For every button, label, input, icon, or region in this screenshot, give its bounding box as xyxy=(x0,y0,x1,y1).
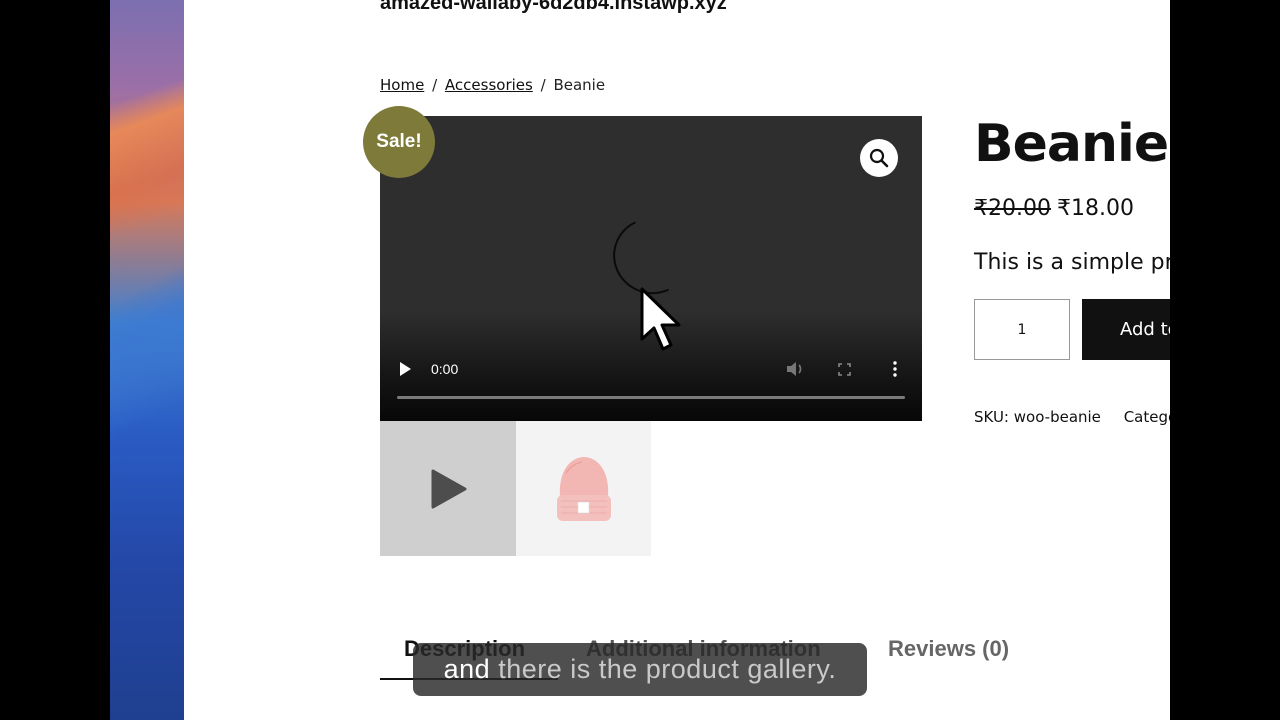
desktop-wallpaper xyxy=(110,0,184,720)
zoom-button[interactable] xyxy=(860,139,898,177)
breadcrumb-current: Beanie xyxy=(553,76,606,94)
play-icon[interactable] xyxy=(400,362,411,376)
video-time: 0:00 xyxy=(431,361,459,377)
breadcrumb-separator: / xyxy=(432,76,438,94)
breadcrumb: Home / Accessories / Beanie xyxy=(380,76,605,94)
breadcrumb-home-link[interactable]: Home xyxy=(380,76,424,94)
browser-viewport: amazed-wallaby-6d2db4.instawp.xyz Home /… xyxy=(184,0,1170,720)
product-short-description: This is a simple pro xyxy=(974,250,1170,275)
original-price: ₹20.00 xyxy=(974,196,1051,221)
product-category-label: Categor xyxy=(1123,408,1170,426)
product-sku: SKU: woo-beanie xyxy=(974,408,1101,426)
site-host: amazed-wallaby-6d2db4.instawp.xyz xyxy=(380,0,727,14)
caption-prefix: and xyxy=(443,654,491,684)
breadcrumb-separator: / xyxy=(540,76,546,94)
video-progress-bar[interactable] xyxy=(397,396,905,399)
sale-price: ₹18.00 xyxy=(1056,196,1134,221)
product-price: ₹20.00 ₹18.00 xyxy=(974,196,1134,221)
product-title: Beanie xyxy=(974,114,1169,174)
fullscreen-icon[interactable] xyxy=(838,363,851,376)
more-options-icon[interactable] xyxy=(892,361,898,377)
volume-icon[interactable] xyxy=(786,361,804,377)
beanie-image xyxy=(556,456,611,521)
letterbox-right xyxy=(1170,0,1280,720)
breadcrumb-category-link[interactable]: Accessories xyxy=(445,76,533,94)
sale-badge: Sale! xyxy=(363,106,435,178)
quantity-input[interactable] xyxy=(974,299,1070,360)
tab-reviews[interactable]: Reviews (0) xyxy=(888,636,1009,662)
caption-text: there is the product gallery. xyxy=(498,654,837,684)
magnifier-icon xyxy=(869,148,889,168)
mouse-cursor-icon xyxy=(640,287,681,351)
video-thumbnail[interactable] xyxy=(380,421,516,556)
video-caption-subtitle: and there is the product gallery. xyxy=(413,643,867,696)
product-video-player[interactable]: 0:00 xyxy=(380,116,922,421)
product-meta: SKU: woo-beanie Categor xyxy=(974,408,1170,426)
add-to-cart-button[interactable]: Add to xyxy=(1082,299,1170,360)
play-icon xyxy=(431,469,467,508)
beanie-image-thumbnail[interactable] xyxy=(516,421,651,556)
